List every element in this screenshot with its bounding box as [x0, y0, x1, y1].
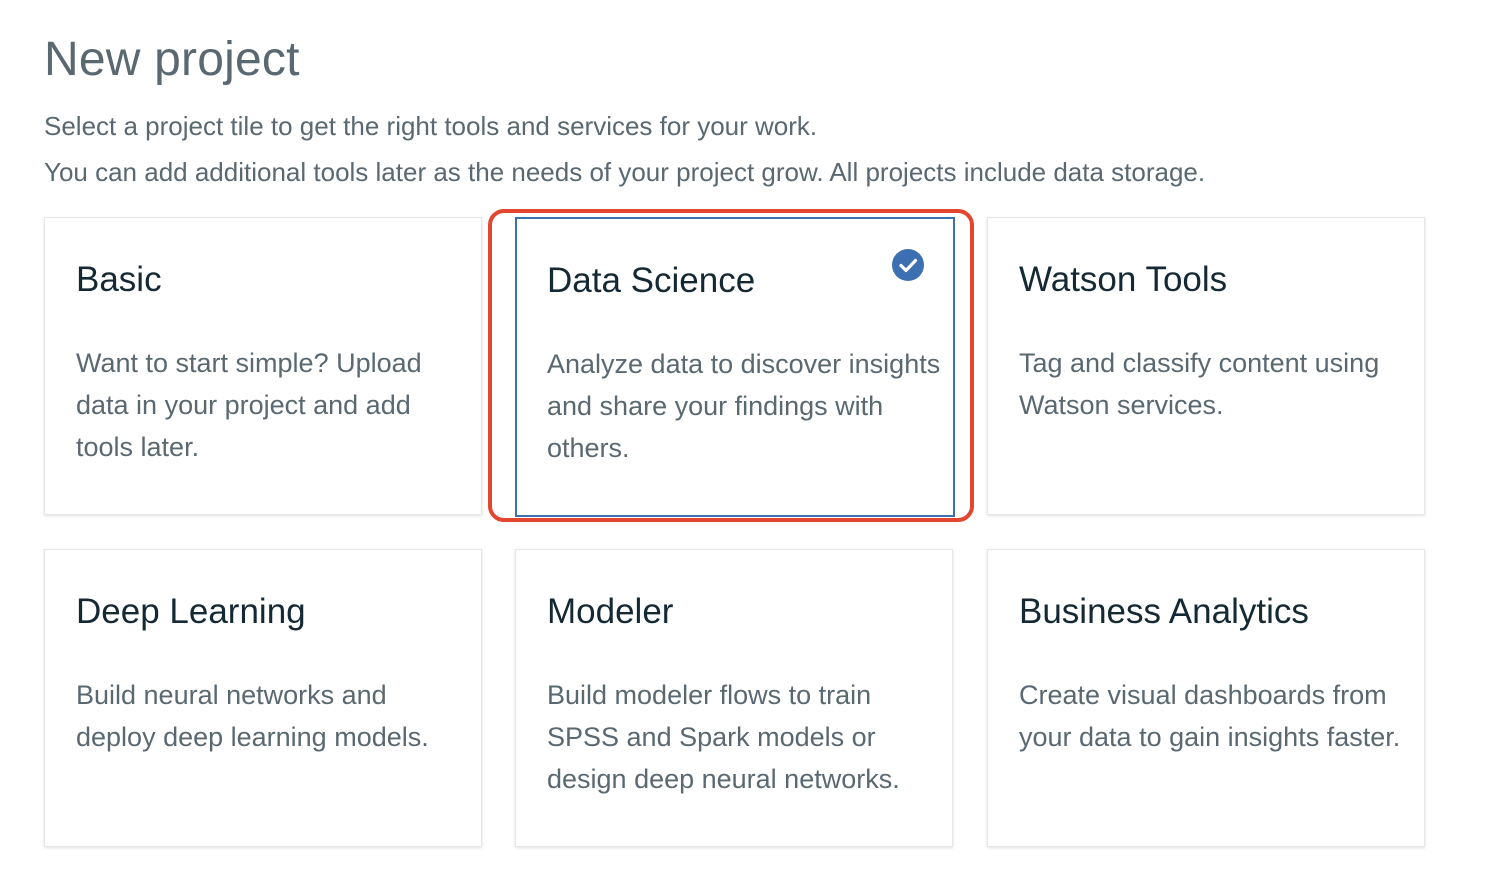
project-tile-deep-learning[interactable]: Deep Learning Build neural networks and …: [44, 549, 482, 847]
page-description-line-2: You can add additional tools later as th…: [44, 157, 1206, 187]
page-title: New project: [44, 33, 300, 86]
tile-description: Analyze data to discover insights and sh…: [547, 349, 941, 463]
tile-description: Want to start simple? Upload data in you…: [76, 348, 422, 462]
tile-description: Create visual dashboards from your data …: [1019, 680, 1401, 752]
checkmark-circle-icon: [892, 249, 924, 281]
tile-description: Build neural networks and deploy deep le…: [76, 680, 429, 752]
tile-title: Deep Learning: [76, 592, 306, 631]
tile-title: Business Analytics: [1019, 592, 1309, 631]
tile-description: Tag and classify content using Watson se…: [1019, 348, 1380, 420]
tile-title: Watson Tools: [1019, 260, 1228, 299]
tile-title: Basic: [76, 260, 162, 299]
tile-title: Data Science: [547, 261, 756, 300]
project-tile-data-science[interactable]: Data Science Analyze data to discover in…: [515, 217, 955, 517]
page-description-line-1: Select a project tile to get the right t…: [44, 111, 818, 141]
tile-description: Build modeler flows to train SPSS and Sp…: [547, 680, 900, 794]
project-tile-watson-tools[interactable]: Watson Tools Tag and classify content us…: [987, 217, 1425, 515]
tile-title: Modeler: [547, 592, 674, 631]
project-tile-basic[interactable]: Basic Want to start simple? Upload data …: [44, 217, 482, 515]
project-tile-modeler[interactable]: Modeler Build modeler flows to train SPS…: [515, 549, 953, 847]
project-tile-business-analytics[interactable]: Business Analytics Create visual dashboa…: [987, 549, 1425, 847]
